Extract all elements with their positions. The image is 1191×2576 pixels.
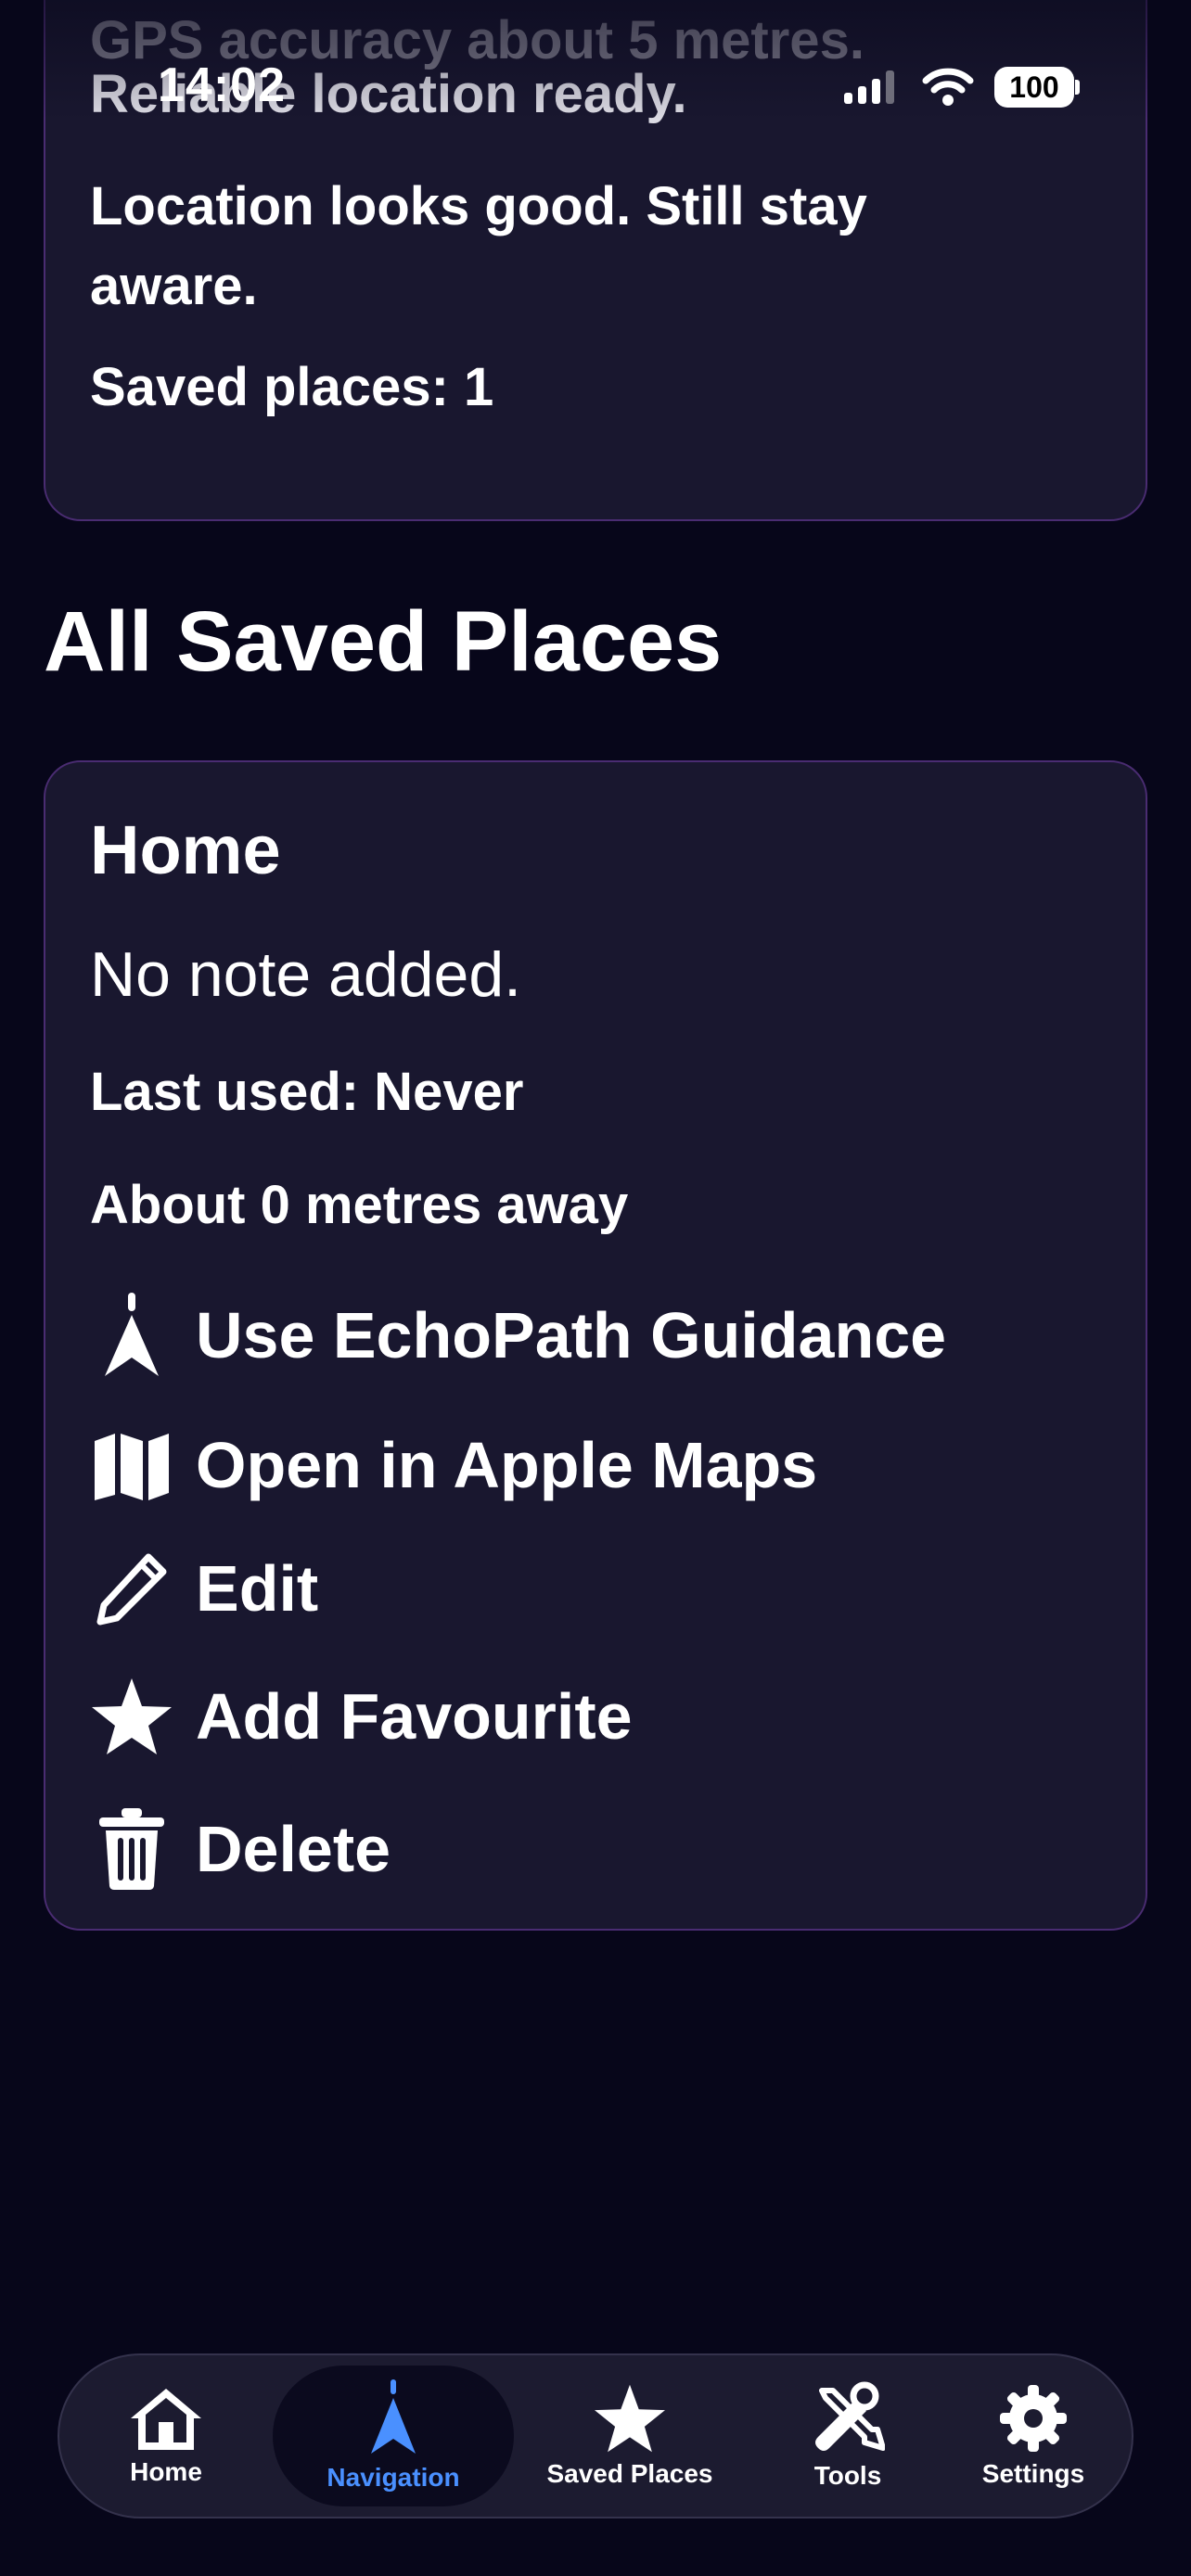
tools-icon	[815, 2381, 885, 2451]
navigation-arrow-icon	[90, 1291, 173, 1380]
location-message: Location looks good. Still stay aware.	[90, 176, 867, 316]
add-favourite-label: Add Favourite	[196, 1680, 633, 1753]
tab-tools[interactable]: Tools	[746, 2366, 950, 2506]
place-distance: About 0 metres away	[90, 1175, 629, 1235]
saved-places-screen: GPS accuracy about 5 metres. Reliable lo…	[0, 0, 1191, 2576]
open-apple-maps-label: Open in Apple Maps	[196, 1429, 818, 1501]
location-status-card: GPS accuracy about 5 metres. Reliable lo…	[44, 0, 1147, 521]
tab-saved-places-label: Saved Places	[546, 2459, 713, 2488]
pencil-icon	[90, 1544, 173, 1633]
place-last-used: Last used: Never	[90, 1062, 524, 1122]
delete-label: Delete	[196, 1813, 391, 1885]
open-apple-maps-button[interactable]: Open in Apple Maps	[90, 1421, 817, 1510]
tab-settings[interactable]: Settings	[950, 2366, 1117, 2506]
saved-place-card: Home No note added. Last used: Never Abo…	[44, 760, 1147, 1931]
tab-home-label: Home	[130, 2457, 202, 2486]
use-guidance-label: Use EchoPath Guidance	[196, 1299, 947, 1371]
tab-saved-places[interactable]: Saved Places	[514, 2366, 746, 2506]
edit-button[interactable]: Edit	[90, 1544, 318, 1633]
use-guidance-button[interactable]: Use EchoPath Guidance	[90, 1291, 946, 1380]
tab-navigation[interactable]: Navigation	[273, 2366, 514, 2506]
place-note: No note added.	[90, 939, 522, 1010]
map-icon	[90, 1421, 173, 1510]
add-favourite-button[interactable]: Add Favourite	[90, 1672, 633, 1761]
place-name: Home	[90, 811, 281, 888]
reliable-location-text: Reliable location ready.	[90, 64, 687, 124]
tab-navigation-label: Navigation	[327, 2463, 460, 2492]
gear-icon	[1000, 2385, 1067, 2452]
trash-icon	[90, 1804, 173, 1894]
navigation-arrow-icon	[371, 2379, 416, 2454]
gps-accuracy-text: GPS accuracy about 5 metres.	[90, 10, 864, 70]
tab-bar: Home Navigation Saved Places Tools Setti…	[58, 2353, 1133, 2519]
section-title: All Saved Places	[44, 594, 723, 689]
tab-home[interactable]: Home	[59, 2366, 273, 2506]
saved-places-count: Saved places: 1	[90, 357, 494, 417]
star-icon	[595, 2384, 665, 2453]
tab-tools-label: Tools	[813, 2461, 882, 2490]
house-icon	[131, 2389, 201, 2450]
delete-button[interactable]: Delete	[90, 1804, 391, 1894]
tab-settings-label: Settings	[981, 2459, 1085, 2488]
star-icon	[90, 1672, 173, 1761]
edit-label: Edit	[196, 1552, 319, 1625]
